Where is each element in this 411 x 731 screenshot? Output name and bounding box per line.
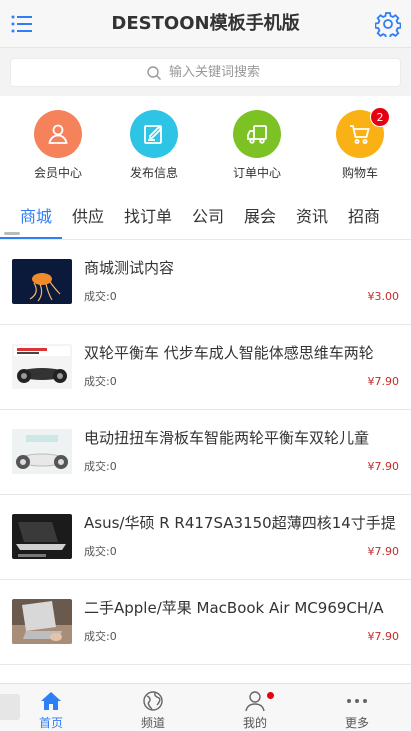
tab-scroll-indicator	[4, 232, 20, 235]
quick-cart[interactable]: 2 购物车	[320, 107, 400, 180]
product-price: ¥7.90	[367, 375, 400, 388]
list-item[interactable]: 双轮平衡车 代步车成人智能体感思维车两轮 成交:0 ¥7.90	[0, 325, 411, 410]
home-icon	[41, 692, 61, 710]
top-header: DESTOON模板手机版	[0, 0, 411, 48]
product-deal-count: 成交:0	[84, 460, 117, 473]
quick-links: 会员中心 发布信息 订单中心 2 购物车	[0, 96, 411, 196]
quick-label: 发布信息	[129, 166, 178, 180]
product-price: ¥7.90	[367, 460, 400, 473]
product-name: 二手Apple/苹果 MacBook Air MC969CH/A	[84, 599, 384, 617]
quick-publish-info[interactable]: 发布信息	[114, 110, 194, 180]
product-deal-count: 成交:0	[84, 290, 117, 303]
edit-icon	[130, 110, 178, 158]
list-item[interactable]: 商城测试内容 成交:0 ¥3.00	[0, 240, 411, 325]
nav-more[interactable]: 更多	[306, 684, 408, 731]
product-name: Asus/华硕 R R417SA3150超薄四核14寸手提	[84, 514, 396, 532]
truck-icon	[233, 110, 281, 158]
product-thumbnail	[12, 344, 72, 389]
search-icon	[146, 65, 162, 81]
product-price: ¥7.90	[367, 630, 400, 643]
product-list: 商城测试内容 成交:0 ¥3.00 双轮平衡车 代步车成人智能体感思维车两轮 成…	[0, 240, 411, 683]
product-thumbnail	[12, 429, 72, 474]
quick-label: 购物车	[341, 166, 378, 180]
nav-label: 更多	[344, 716, 369, 730]
list-item[interactable]: 二手Apple/苹果 MacBook Air MC969CH/A 成交:0 ¥7…	[0, 580, 411, 665]
product-thumbnail	[12, 599, 72, 644]
product-thumbnail	[12, 259, 72, 304]
user-icon	[34, 110, 82, 158]
menu-icon[interactable]	[10, 12, 34, 36]
tab-company[interactable]: 公司	[192, 206, 224, 228]
tab-mall[interactable]: 商城	[20, 206, 52, 228]
tab-supply[interactable]: 供应	[72, 206, 104, 228]
list-item[interactable]: Asus/华硕 R R417SA3150超薄四核14寸手提 成交:0 ¥7.90	[0, 495, 411, 580]
search-input[interactable]: 输入关键词搜索	[10, 58, 401, 87]
quick-member-center[interactable]: 会员中心	[18, 110, 98, 180]
search-placeholder: 输入关键词搜索	[169, 65, 261, 80]
cart-icon: 2	[336, 107, 390, 158]
list-item[interactable]: 电动扭扭车滑板车智能两轮平衡车双轮儿童 成交:0 ¥7.90	[0, 410, 411, 495]
quick-order-center[interactable]: 订单中心	[217, 110, 297, 180]
list-item[interactable]	[0, 665, 411, 683]
bottom-nav: 首页 频道 我的 更多	[0, 683, 411, 731]
search-bar: 输入关键词搜索	[0, 48, 411, 96]
nav-home[interactable]: 首页	[0, 684, 102, 731]
nav-label: 我的	[242, 716, 267, 730]
tab-investment[interactable]: 招商	[348, 206, 380, 228]
product-price: ¥7.90	[367, 545, 400, 558]
product-deal-count: 成交:0	[84, 545, 117, 558]
profile-icon	[245, 691, 265, 712]
product-name: 电动扭扭车滑板车智能两轮平衡车双轮儿童	[84, 429, 370, 447]
nav-label: 首页	[38, 716, 63, 730]
product-deal-count: 成交:0	[84, 375, 117, 388]
channel-tabs: 商城 供应 找订单 公司 展会 资讯 招商	[0, 196, 411, 240]
gear-icon[interactable]	[374, 11, 402, 40]
tab-news[interactable]: 资讯	[296, 206, 328, 228]
product-name: 商城测试内容	[84, 259, 175, 277]
tab-find-order[interactable]: 找订单	[124, 206, 172, 228]
cart-count-badge: 2	[370, 107, 390, 127]
nav-label: 频道	[140, 716, 165, 730]
more-icon	[347, 699, 367, 703]
product-price: ¥3.00	[367, 290, 400, 303]
product-name: 双轮平衡车 代步车成人智能体感思维车两轮	[84, 344, 374, 362]
quick-label: 订单中心	[232, 166, 281, 180]
page-title: DESTOON模板手机版	[111, 13, 300, 34]
tab-exhibition[interactable]: 展会	[244, 206, 276, 228]
product-thumbnail	[12, 514, 72, 559]
nav-mine[interactable]: 我的	[204, 684, 306, 731]
quick-label: 会员中心	[33, 166, 82, 180]
globe-icon	[143, 691, 163, 711]
product-deal-count: 成交:0	[84, 630, 117, 643]
nav-channel[interactable]: 频道	[102, 684, 204, 731]
notification-dot	[267, 692, 274, 699]
